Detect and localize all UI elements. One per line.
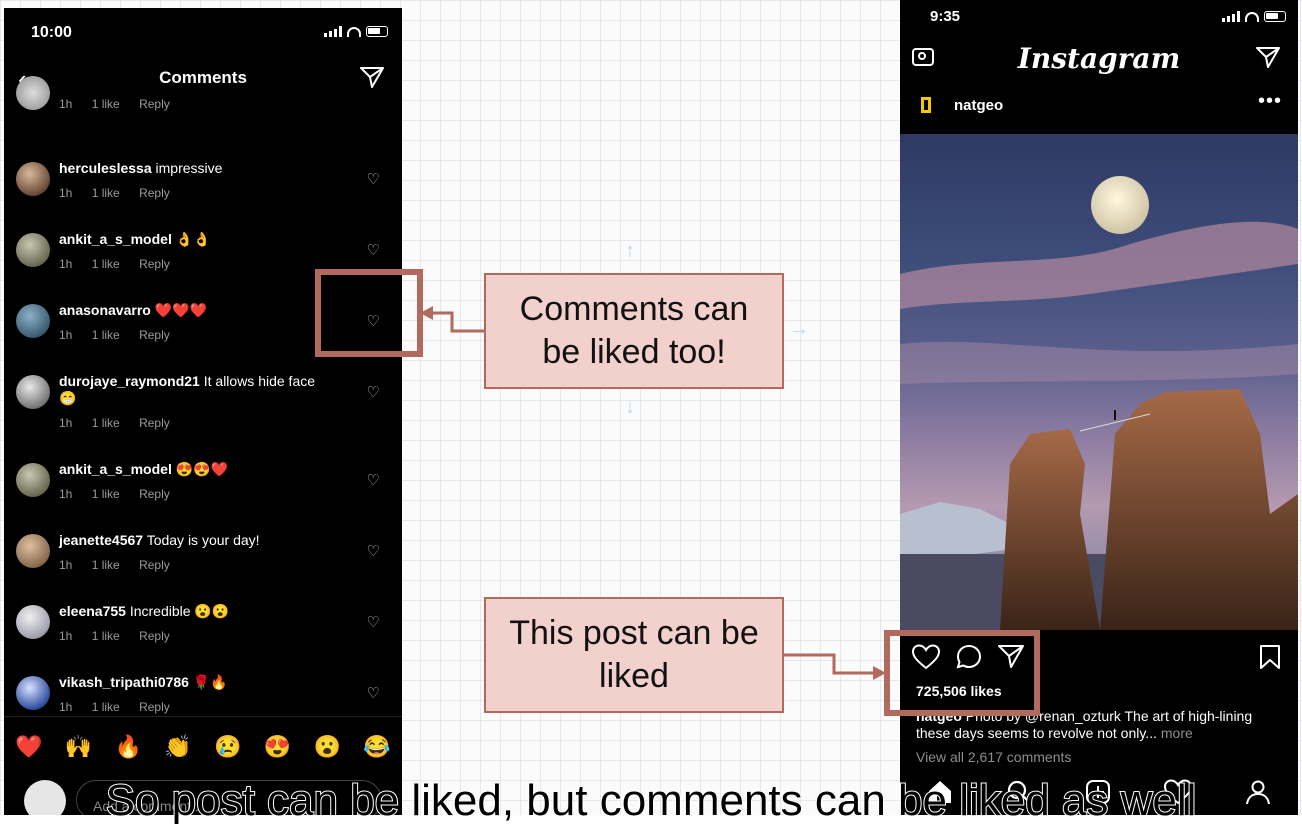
selection-arrow-up[interactable]: ↑: [625, 240, 635, 263]
view-all-comments-link[interactable]: View all 2,617 comments: [916, 749, 1071, 765]
post-header: natgeo •••: [900, 86, 1298, 134]
bookmark-icon[interactable]: [1258, 644, 1282, 670]
callout-text: Comments can be liked too!: [519, 290, 749, 371]
callout-text: This post can be liked: [509, 614, 759, 695]
post-like-highlight-box: [884, 630, 1040, 716]
wifi-icon: [1245, 12, 1259, 22]
status-time: 9:35: [930, 8, 961, 25]
instagram-logo: Instagram: [1017, 42, 1181, 75]
video-subtitle: So post can be liked, but comments can b…: [105, 775, 1198, 826]
status-bar: 9:35: [900, 0, 1298, 34]
callout-post-like[interactable]: This post can be liked: [484, 597, 784, 713]
feed-header: Instagram: [900, 34, 1298, 86]
status-icons: [1222, 11, 1286, 22]
natgeo-avatar[interactable]: [916, 94, 938, 116]
arrow-head-left: [420, 306, 433, 320]
selection-arrow-down[interactable]: ↓: [625, 396, 635, 419]
callout-comments-like[interactable]: Comments can be liked too!: [484, 273, 784, 389]
arrow-to-post-like: [783, 653, 876, 675]
post-photo-illustration: [900, 176, 1298, 630]
battery-icon: [1264, 11, 1286, 22]
caption-more-link[interactable]: more: [1157, 725, 1193, 741]
signal-icon: [1222, 11, 1240, 22]
selection-arrow-right[interactable]: →: [789, 318, 809, 341]
post-username[interactable]: natgeo: [954, 97, 1003, 114]
post-image[interactable]: [900, 134, 1298, 630]
more-options-icon[interactable]: •••: [1258, 90, 1282, 113]
direct-message-icon[interactable]: [1256, 46, 1280, 68]
arrow-to-comment-like: [428, 311, 484, 333]
